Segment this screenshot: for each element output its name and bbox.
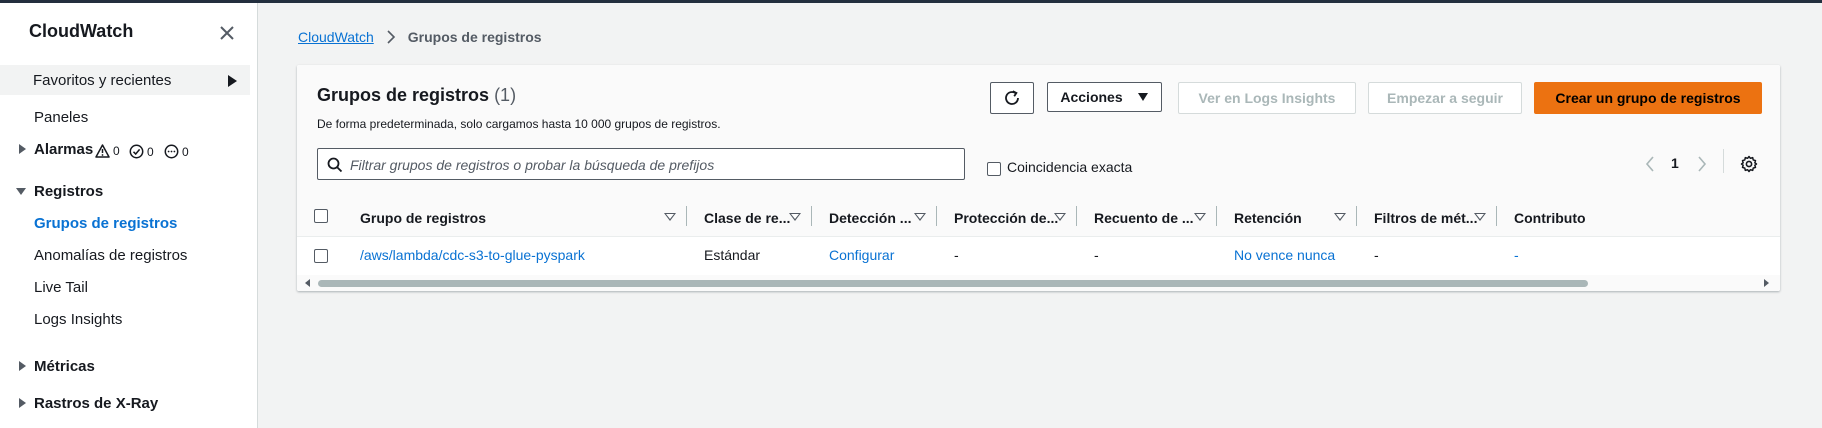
sidebar-item-logs[interactable]: Registros <box>34 183 103 200</box>
log-group-link[interactable]: /aws/lambda/cdc-s3-to-glue-pyspark <box>360 247 585 263</box>
search-input[interactable]: Filtrar grupos de registros o probar la … <box>317 148 965 180</box>
sidebar-item-log-anomalies[interactable]: Anomalías de registros <box>34 247 187 264</box>
refresh-button[interactable] <box>990 82 1034 114</box>
column-divider[interactable] <box>811 206 812 226</box>
caret-right-icon[interactable] <box>19 144 26 154</box>
breadcrumb: CloudWatch Grupos de registros <box>298 29 542 45</box>
column-header-class[interactable]: Clase de re... <box>704 210 790 226</box>
chevron-left-icon[interactable] <box>1645 156 1655 172</box>
log-groups-panel: Grupos de registros (1) De forma predete… <box>297 65 1780 291</box>
sort-icon[interactable] <box>1054 213 1066 221</box>
retention-link[interactable]: No vence nunca <box>1234 247 1335 263</box>
exact-match-label: Coincidencia exacta <box>1007 159 1133 175</box>
create-log-group-button[interactable]: Crear un grupo de registros <box>1534 82 1762 114</box>
sidebar-favorites[interactable]: Favoritos y recientes <box>0 65 250 95</box>
scroll-left-icon[interactable] <box>305 279 310 287</box>
table-header: Grupo de registros Clase de re... Detecc… <box>297 195 1780 237</box>
refresh-icon <box>1005 90 1019 105</box>
caret-right-icon <box>228 75 237 87</box>
cell-count: - <box>1094 247 1099 263</box>
caret-down-icon <box>1137 93 1148 101</box>
pager-divider <box>1723 149 1724 173</box>
column-divider[interactable] <box>936 206 937 226</box>
column-divider[interactable] <box>1216 206 1217 226</box>
close-icon[interactable] <box>218 24 236 42</box>
sidebar-favorites-label: Favoritos y recientes <box>33 72 172 89</box>
column-header-count[interactable]: Recuento de ... <box>1094 210 1194 226</box>
alarm-in-alarm-count: 0 <box>113 144 120 158</box>
cell-class: Estándar <box>704 247 761 263</box>
sort-icon[interactable] <box>914 213 926 221</box>
actions-label: Acciones <box>1060 89 1123 105</box>
warning-icon <box>95 144 110 158</box>
column-header-filters[interactable]: Filtros de mét... <box>1374 210 1477 226</box>
sidebar-item-xray[interactable]: Rastros de X-Ray <box>34 395 158 412</box>
cell-protection: - <box>954 247 959 263</box>
sidebar-item-log-groups[interactable]: Grupos de registros <box>34 215 177 232</box>
sidebar-item-metrics[interactable]: Métricas <box>34 358 95 375</box>
panel-title: Grupos de registros (1) <box>317 85 516 106</box>
caret-right-icon[interactable] <box>19 361 26 371</box>
scroll-right-icon[interactable] <box>1764 279 1769 287</box>
select-all-checkbox[interactable] <box>314 209 328 223</box>
sidebar-item-dashboards[interactable]: Paneles <box>34 109 88 126</box>
start-following-button[interactable]: Empezar a seguir <box>1368 82 1522 114</box>
breadcrumb-current: Grupos de registros <box>407 29 542 45</box>
row-checkbox[interactable] <box>314 249 328 263</box>
top-bar <box>0 0 1822 3</box>
actions-button[interactable]: Acciones <box>1047 82 1162 112</box>
column-divider[interactable] <box>686 206 687 226</box>
sidebar: CloudWatch Favoritos y recientes Paneles… <box>0 3 258 428</box>
sidebar-item-live-tail[interactable]: Live Tail <box>34 279 88 296</box>
view-in-logs-insights-button[interactable]: Ver en Logs Insights <box>1178 82 1356 114</box>
ellipsis-circle-icon <box>164 144 179 159</box>
panel-title-text: Grupos de registros <box>317 85 490 105</box>
alarm-in-alarm-stat[interactable]: 0 <box>95 144 120 158</box>
chevron-right-icon <box>387 30 395 44</box>
check-circle-icon <box>129 144 144 159</box>
column-header-contributor[interactable]: Contributo <box>1514 210 1586 226</box>
column-divider[interactable] <box>1496 206 1497 226</box>
search-icon <box>327 157 343 173</box>
sidebar-title: CloudWatch <box>29 21 134 41</box>
panel-description: De forma predeterminada, solo cargamos h… <box>317 117 721 131</box>
configure-detection-link[interactable]: Configurar <box>829 247 894 263</box>
cell-filters: - <box>1374 247 1379 263</box>
sort-icon[interactable] <box>1474 213 1486 221</box>
column-divider[interactable] <box>1356 206 1357 226</box>
sort-icon[interactable] <box>1334 213 1346 221</box>
chevron-right-icon[interactable] <box>1697 156 1707 172</box>
alarm-insufficient-stat[interactable]: 0 <box>164 144 189 159</box>
scrollbar-thumb[interactable] <box>318 280 1588 287</box>
caret-down-icon[interactable] <box>16 188 26 195</box>
contributor-link[interactable]: - <box>1514 247 1519 263</box>
column-header-retention[interactable]: Retención <box>1234 210 1302 226</box>
sort-icon[interactable] <box>1194 213 1206 221</box>
gear-icon[interactable] <box>1740 155 1758 173</box>
panel-count: (1) <box>494 85 517 105</box>
search-placeholder: Filtrar grupos de registros o probar la … <box>350 157 715 173</box>
alarm-insufficient-count: 0 <box>182 144 189 159</box>
table-row: /aws/lambda/cdc-s3-to-glue-pyspark Están… <box>297 237 1780 275</box>
exact-match-checkbox[interactable] <box>987 162 1001 176</box>
alarm-ok-stat[interactable]: 0 <box>129 144 154 159</box>
sort-icon[interactable] <box>664 213 676 221</box>
breadcrumb-root-link[interactable]: CloudWatch <box>298 29 374 45</box>
caret-right-icon[interactable] <box>19 398 26 408</box>
sort-icon[interactable] <box>789 213 801 221</box>
sidebar-item-alarms[interactable]: Alarmas <box>34 141 93 158</box>
sidebar-item-logs-insights[interactable]: Logs Insights <box>34 311 122 328</box>
column-divider[interactable] <box>1076 206 1077 226</box>
alarm-ok-count: 0 <box>147 144 154 159</box>
horizontal-scrollbar[interactable] <box>297 275 1780 291</box>
column-header-group[interactable]: Grupo de registros <box>360 210 486 226</box>
panel-header: Grupos de registros (1) De forma predete… <box>297 65 1780 237</box>
column-header-protection[interactable]: Protección de... <box>954 210 1058 226</box>
column-header-detection[interactable]: Detección ... <box>829 210 911 226</box>
page-number[interactable]: 1 <box>1671 155 1679 171</box>
